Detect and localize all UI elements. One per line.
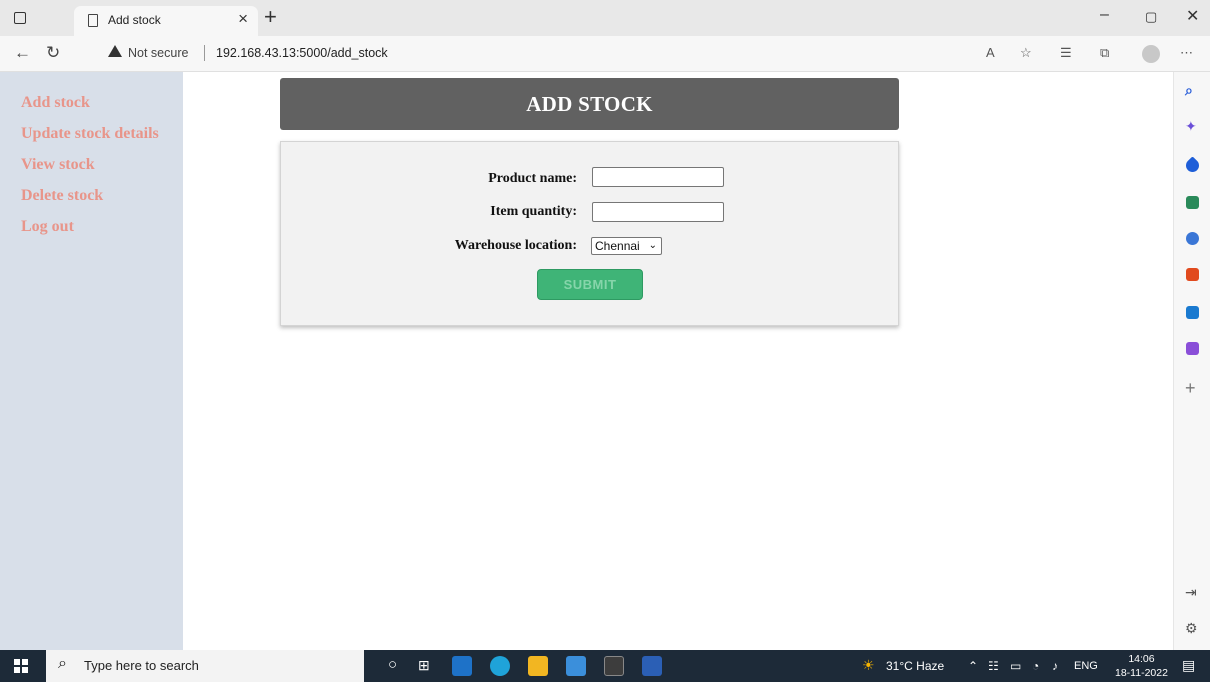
edge-sidebar: ⌕ ✦ + ⇥ ⚙ [1173,72,1210,650]
profile-avatar[interactable] [1142,45,1160,63]
browser-tab-strip: Add stock × + – ▢ ✕ [0,0,1210,36]
task-view-icon[interactable]: ⊞ [418,657,430,674]
taskbar-search-placeholder: Type here to search [84,658,199,673]
discover-icon[interactable]: ✦ [1185,118,1197,135]
wifi-icon[interactable]: ◔ [1032,659,1039,673]
weather-icon[interactable]: ☀ [862,657,875,674]
item-quantity-label: Item quantity: [490,204,577,219]
minimize-icon[interactable]: – [1100,6,1109,24]
new-tab-icon[interactable]: + [264,4,277,30]
edge-browser-icon[interactable] [490,656,510,676]
office-icon[interactable] [1186,268,1199,281]
file-explorer-icon[interactable] [528,656,548,676]
product-name-input[interactable] [592,167,724,187]
outlook-icon[interactable] [1186,306,1199,319]
sidebar-item-add-stock[interactable]: Add stock [0,94,183,125]
taskbar-search-box[interactable]: ⌕ Type here to search [46,650,364,682]
mail-icon[interactable] [452,656,472,676]
page-icon [88,14,98,27]
page-title: ADD STOCK [526,91,653,116]
sidebar-item-log-out[interactable]: Log out [0,218,183,249]
sidebar-toggle-icon[interactable]: ⇥ [1185,584,1197,601]
search-icon[interactable]: ⌕ [1185,82,1193,99]
page-sidebar: Add stock Update stock details View stoc… [0,72,183,650]
add-icon[interactable]: + [1185,378,1196,399]
url-field[interactable]: 192.168.43.13:5000/add_stock [216,46,388,60]
favorites-list-icon[interactable]: ☰ [1060,45,1072,61]
word-icon[interactable] [642,656,662,676]
system-clock[interactable]: 14:06 18-11-2022 [1115,652,1168,680]
store-icon[interactable] [566,656,586,676]
tab-title: Add stock [108,13,161,27]
gear-icon[interactable]: ⚙ [1185,620,1198,637]
warehouse-selected-value: Chennai [595,239,640,253]
taskbar: ⌕ Type here to search ○ ⊞ ☀ 31°C Haze ⌃ … [0,650,1210,682]
submit-button[interactable]: SUBMIT [537,269,643,300]
address-separator [204,45,205,61]
tools-icon[interactable] [1186,196,1199,209]
back-arrow-icon[interactable]: ← [14,43,31,63]
more-menu-icon[interactable]: ⋯ [1180,45,1193,61]
refresh-icon[interactable]: ↻ [46,43,60,63]
browser-tab[interactable]: Add stock × [74,6,258,36]
warning-icon [108,45,122,57]
notifications-icon[interactable]: ▤ [1182,657,1195,674]
sidebar-item-delete-stock[interactable]: Delete stock [0,187,183,218]
restore-icon[interactable]: ▢ [1145,9,1157,25]
clock-date: 18-11-2022 [1115,667,1168,679]
designer-icon[interactable] [1186,342,1199,355]
volume-icon[interactable]: ♪ [1052,659,1058,673]
language-indicator[interactable]: ENG [1074,660,1098,672]
search-icon: ⌕ [58,655,67,672]
collections-icon[interactable]: ⧉ [1100,45,1109,61]
network-icon[interactable]: ☷ [988,659,999,673]
close-tab-icon[interactable]: × [238,9,248,29]
weather-text[interactable]: 31°C Haze [886,659,944,673]
chevron-up-icon[interactable]: ⌃ [968,659,978,673]
close-window-icon[interactable]: ✕ [1186,6,1199,26]
warehouse-location-select[interactable]: Chennai ⌄ [591,237,662,255]
cortana-icon[interactable]: ○ [388,656,397,673]
security-label[interactable]: Not secure [128,46,188,60]
shopping-tag-icon[interactable] [1183,156,1202,175]
sidebar-item-view-stock[interactable]: View stock [0,156,183,187]
add-stock-form: Product name: Item quantity: Warehouse l… [280,141,899,326]
product-name-label: Product name: [488,171,577,186]
battery-icon[interactable]: ▭ [1010,659,1021,673]
clock-time: 14:06 [1128,653,1155,665]
favorite-star-icon[interactable]: ☆ [1020,45,1032,61]
sidebar-item-update-stock[interactable]: Update stock details [0,125,183,156]
page-header: ADD STOCK [280,78,899,130]
tab-actions-icon[interactable] [14,12,26,24]
address-bar: ← ↻ Not secure 192.168.43.13:5000/add_st… [0,36,1210,72]
chevron-down-icon: ⌄ [648,240,657,251]
windows-start-icon[interactable] [14,659,28,673]
warehouse-location-label: Warehouse location: [454,238,577,253]
games-icon[interactable] [1186,232,1199,245]
read-aloud-icon[interactable]: A [986,45,995,60]
item-quantity-input[interactable] [592,202,724,222]
terminal-icon[interactable] [604,656,624,676]
